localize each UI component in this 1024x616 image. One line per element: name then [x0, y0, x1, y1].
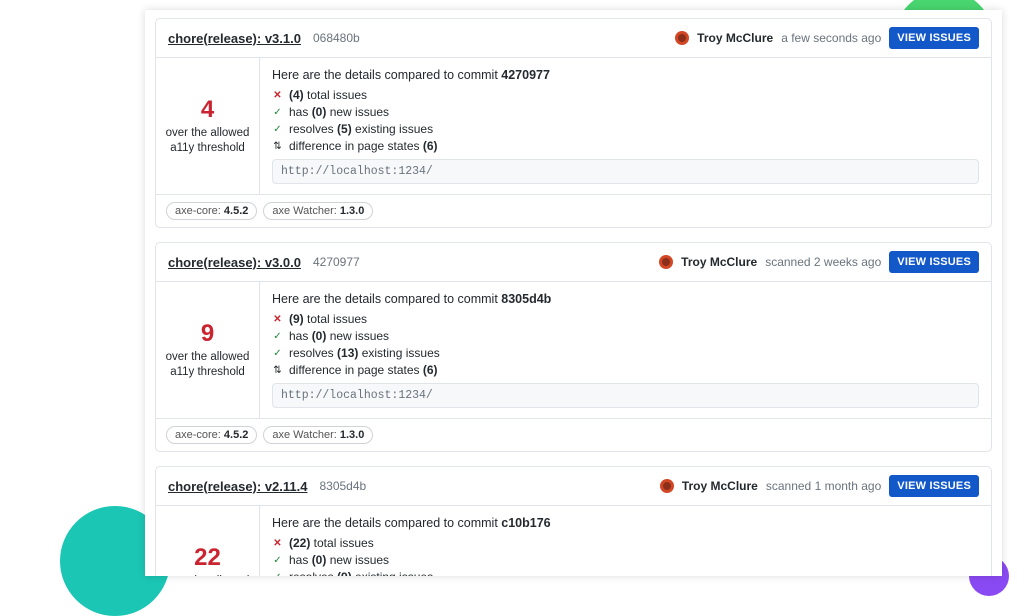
total-issues-line: ✕(9) total issues [272, 312, 979, 326]
details-heading: Here are the details compared to commit … [272, 68, 979, 82]
resolved-issues-line: ✓resolves (13) existing issues [272, 346, 979, 360]
author-name: Troy McClure [682, 479, 758, 493]
card-header: chore(release): v3.1.0 068480b Troy McCl… [156, 19, 991, 58]
check-icon: ✓ [272, 331, 283, 342]
view-issues-button[interactable]: VIEW ISSUES [889, 475, 979, 497]
x-icon: ✕ [272, 538, 283, 549]
axe-core-badge: axe-core: 4.5.2 [166, 426, 257, 444]
new-issues-line: ✓has (0) new issues [272, 329, 979, 343]
author-name: Troy McClure [697, 31, 773, 45]
issue-count-box: 22 over the allowed a11y threshold [155, 506, 260, 576]
x-icon: ✕ [272, 90, 283, 101]
resolved-issues-line: ✓resolves (5) existing issues [272, 122, 979, 136]
avatar-icon [659, 255, 673, 269]
view-issues-button[interactable]: VIEW ISSUES [889, 27, 979, 49]
resolved-issues-line: ✓resolves (9) existing issues [272, 570, 979, 576]
axe-watcher-badge: axe Watcher: 1.3.0 [263, 426, 373, 444]
details-heading: Here are the details compared to commit … [272, 516, 979, 530]
issue-count: 22 [194, 544, 221, 572]
scan-time: scanned 1 month ago [766, 479, 881, 493]
check-icon: ✓ [272, 124, 283, 135]
threshold-label: over the allowed a11y threshold [164, 350, 251, 380]
details-section: Here are the details compared to commit … [260, 506, 991, 576]
details-heading: Here are the details compared to commit … [272, 292, 979, 306]
check-icon: ✓ [272, 572, 283, 577]
page-states-line: ⇅difference in page states (6) [272, 139, 979, 153]
url-display: http://localhost:1234/ [272, 159, 979, 184]
new-issues-line: ✓has (0) new issues [272, 105, 979, 119]
diff-icon: ⇅ [272, 365, 283, 376]
commit-card: chore(release): v3.0.0 4270977 Troy McCl… [155, 242, 992, 452]
commit-card: chore(release): v3.1.0 068480b Troy McCl… [155, 18, 992, 228]
commit-title-link[interactable]: chore(release): v2.11.4 [168, 479, 307, 494]
total-issues-line: ✕(4) total issues [272, 88, 979, 102]
check-icon: ✓ [272, 107, 283, 118]
card-footer: axe-core: 4.5.2 axe Watcher: 1.3.0 [156, 194, 991, 227]
check-icon: ✓ [272, 348, 283, 359]
diff-icon: ⇅ [272, 141, 283, 152]
issue-count-box: 4 over the allowed a11y threshold [155, 58, 260, 194]
threshold-label: over the allowed a11y threshold [164, 126, 251, 156]
card-header: chore(release): v2.11.4 8305d4b Troy McC… [156, 467, 991, 506]
total-issues-line: ✕(22) total issues [272, 536, 979, 550]
details-section: Here are the details compared to commit … [260, 282, 991, 418]
author-name: Troy McClure [681, 255, 757, 269]
commit-title-link[interactable]: chore(release): v3.1.0 [168, 31, 301, 46]
axe-core-badge: axe-core: 4.5.2 [166, 202, 257, 220]
details-section: Here are the details compared to commit … [260, 58, 991, 194]
issue-count: 9 [201, 320, 214, 348]
axe-watcher-badge: axe Watcher: 1.3.0 [263, 202, 373, 220]
scan-time: a few seconds ago [781, 31, 881, 45]
view-issues-button[interactable]: VIEW ISSUES [889, 251, 979, 273]
new-issues-line: ✓has (0) new issues [272, 553, 979, 567]
commit-title-link[interactable]: chore(release): v3.0.0 [168, 255, 301, 270]
commit-card: chore(release): v2.11.4 8305d4b Troy McC… [155, 466, 992, 576]
results-panel: chore(release): v3.1.0 068480b Troy McCl… [145, 10, 1002, 576]
commit-hash: 068480b [313, 31, 360, 45]
url-display: http://localhost:1234/ [272, 383, 979, 408]
x-icon: ✕ [272, 314, 283, 325]
card-footer: axe-core: 4.5.2 axe Watcher: 1.3.0 [156, 418, 991, 451]
commit-hash: 4270977 [313, 255, 360, 269]
card-header: chore(release): v3.0.0 4270977 Troy McCl… [156, 243, 991, 282]
scan-time: scanned 2 weeks ago [765, 255, 881, 269]
check-icon: ✓ [272, 555, 283, 566]
avatar-icon [660, 479, 674, 493]
page-states-line: ⇅difference in page states (6) [272, 363, 979, 377]
issue-count-box: 9 over the allowed a11y threshold [155, 282, 260, 418]
avatar-icon [675, 31, 689, 45]
commit-hash: 8305d4b [319, 479, 366, 493]
issue-count: 4 [201, 96, 214, 124]
